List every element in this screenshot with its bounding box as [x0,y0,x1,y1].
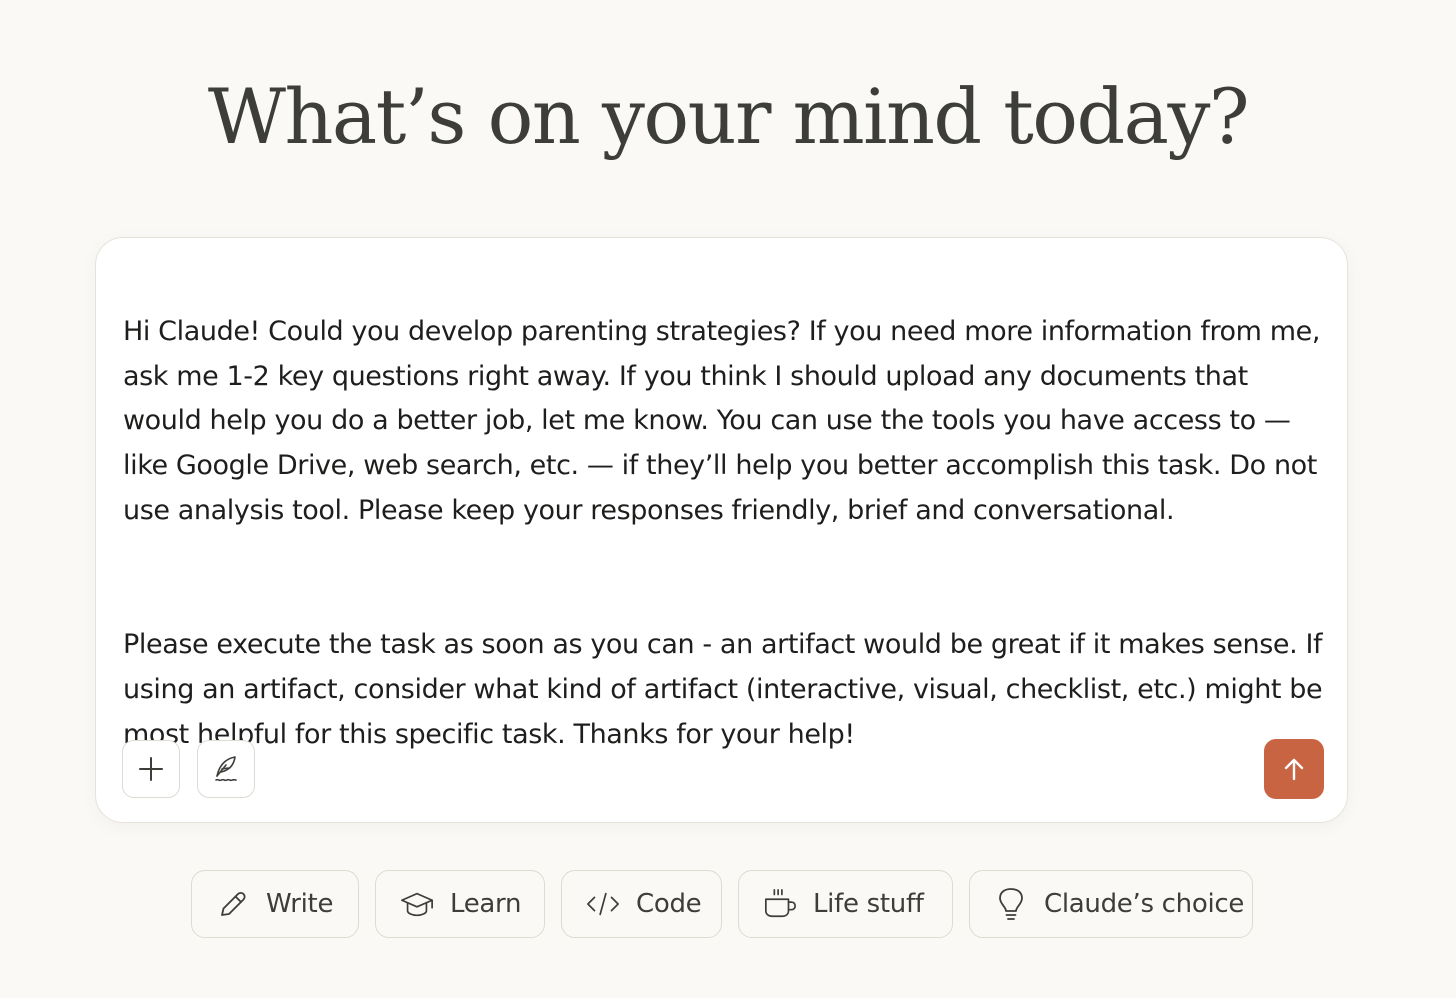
lightbulb-icon [994,887,1028,921]
code-icon [586,887,620,921]
chip-label: Code [636,889,702,919]
chip-claudes-choice[interactable]: Claude’s choice [969,870,1253,938]
page-title: What’s on your mind today? [207,72,1250,161]
prompt-input[interactable]: Hi Claude! Could you develop parenting s… [123,265,1323,803]
chip-label: Claude’s choice [1044,889,1245,919]
chip-learn[interactable]: Learn [375,870,545,938]
prompt-paragraph-2: Please execute the task as soon as you c… [123,629,1323,750]
prompt-paragraph-1: Hi Claude! Could you develop parenting s… [123,315,1321,526]
chip-label: Write [266,889,334,919]
chip-life-stuff[interactable]: Life stuff [738,870,953,938]
prompt-composer[interactable]: Hi Claude! Could you develop parenting s… [95,237,1348,823]
chip-label: Life stuff [813,889,924,919]
plus-icon [138,756,164,782]
coffee-cup-icon [763,887,797,921]
style-button[interactable] [197,740,255,798]
arrow-up-icon [1280,755,1308,783]
graduation-cap-icon [400,887,434,921]
add-attachment-button[interactable] [122,740,180,798]
quill-icon [210,753,242,785]
send-button[interactable] [1264,739,1324,799]
chip-label: Learn [450,889,522,919]
chip-write[interactable]: Write [191,870,359,938]
pencil-icon [216,887,250,921]
chip-code[interactable]: Code [561,870,722,938]
